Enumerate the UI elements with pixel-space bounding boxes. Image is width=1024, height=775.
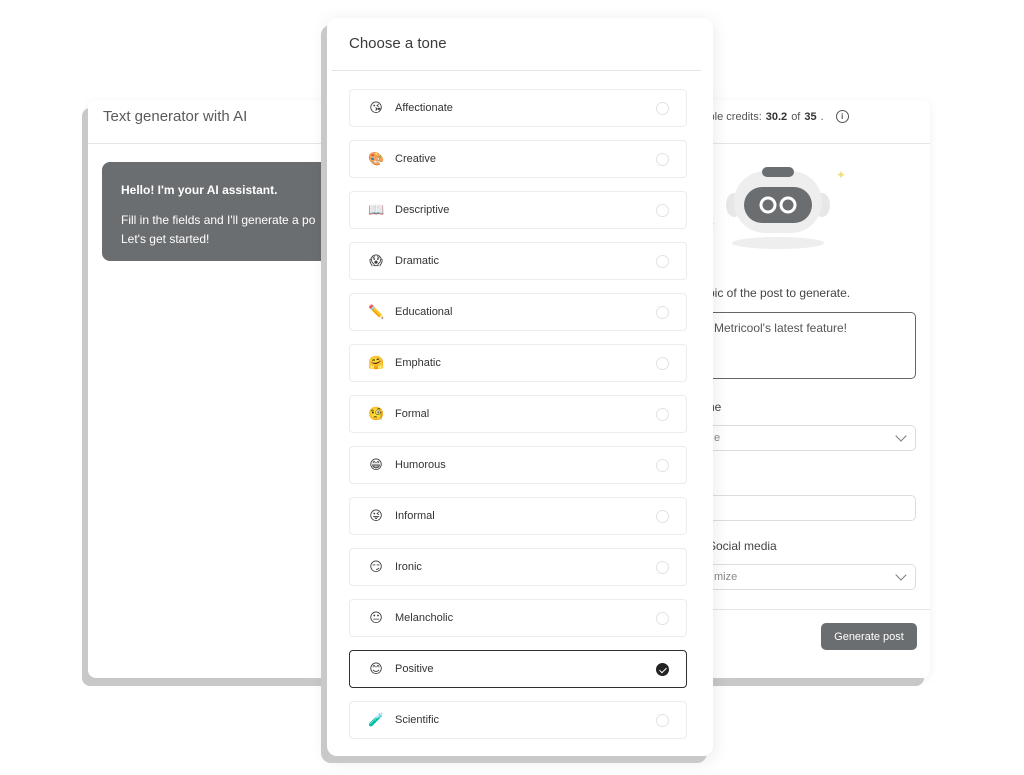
modal-title: Choose a tone — [349, 35, 447, 52]
chevron-down-icon — [895, 430, 907, 442]
credits-indicator: lable credits: 30.2 of 35. i — [700, 110, 849, 123]
radio-unchecked-icon[interactable] — [656, 561, 669, 574]
tone-select-value: e — [714, 432, 721, 444]
info-icon[interactable]: i — [835, 110, 849, 123]
modal-divider — [332, 70, 701, 71]
divider — [700, 609, 930, 610]
radio-checked-icon[interactable] — [656, 663, 669, 676]
tone-option-ironic[interactable]: 😏 Ironic — [349, 548, 687, 586]
tone-option-descriptive[interactable]: 📖 Descriptive — [349, 191, 687, 229]
text-input[interactable] — [688, 495, 916, 521]
radio-unchecked-icon[interactable] — [656, 255, 669, 268]
tone-option-educational[interactable]: ✏️ Educational — [349, 293, 687, 331]
tone-option-label: Emphatic — [395, 357, 441, 369]
robot-mascot-icon: ✦ ✦ — [708, 167, 846, 249]
radio-unchecked-icon[interactable] — [656, 204, 669, 217]
assistant-message: Hello! I'm your AI assistant. Fill in th… — [102, 162, 352, 261]
tone-option-label: Descriptive — [395, 204, 450, 216]
tone-option-label: Dramatic — [395, 255, 440, 267]
assistant-instruction: Fill in the fields and I'll generate a p… — [121, 213, 316, 227]
tone-option-label: Ironic — [395, 561, 422, 573]
positive-emoji-icon: 😊 — [369, 661, 383, 676]
scientific-emoji-icon: 🧪 — [368, 712, 385, 727]
ironic-emoji-icon: 😏 — [369, 559, 383, 574]
tone-option-affectionate[interactable]: 😘 Affectionate — [349, 89, 687, 127]
social-media-select-value: mize — [714, 571, 738, 583]
radio-unchecked-icon[interactable] — [656, 357, 669, 370]
radio-unchecked-icon[interactable] — [656, 510, 669, 523]
chevron-down-icon — [895, 569, 907, 581]
radio-unchecked-icon[interactable] — [656, 408, 669, 421]
credits-suffix: . — [820, 110, 824, 123]
assistant-cta: Let's get started! — [121, 232, 210, 246]
informal-emoji-icon: 😜 — [369, 508, 383, 523]
tone-select[interactable]: e — [688, 425, 916, 451]
tone-option-label: Scientific — [395, 714, 440, 726]
topic-text: Metricool's latest feature! — [714, 321, 848, 335]
melancholic-emoji-icon: 😐 — [369, 610, 383, 625]
topic-textarea[interactable]: Metricool's latest feature! — [688, 312, 916, 379]
generate-post-button[interactable]: Generate post — [821, 623, 917, 650]
radio-unchecked-icon[interactable] — [656, 153, 669, 166]
tone-option-label: Informal — [395, 510, 435, 522]
tone-option-label: Melancholic — [395, 612, 454, 624]
formal-emoji-icon: 🧐 — [368, 406, 385, 421]
emphatic-emoji-icon: 🤗 — [368, 355, 385, 370]
social-media-label: Social media — [708, 539, 777, 553]
credits-used: 30.2 — [765, 110, 788, 123]
tone-option-label: Educational — [395, 306, 453, 318]
credits-of: of — [791, 110, 801, 123]
topic-label: pic of the post to generate. — [708, 286, 851, 300]
window-title: Text generator with AI — [103, 108, 248, 125]
radio-unchecked-icon[interactable] — [656, 102, 669, 115]
creative-emoji-icon: 🎨 — [368, 151, 385, 166]
tone-option-positive[interactable]: 😊 Positive — [349, 650, 687, 688]
humorous-emoji-icon: 😁 — [369, 457, 383, 472]
affectionate-emoji-icon: 😘 — [369, 100, 383, 115]
svg-text:✦: ✦ — [836, 168, 846, 182]
tone-option-label: Formal — [395, 408, 430, 420]
radio-unchecked-icon[interactable] — [656, 459, 669, 472]
tone-modal: Choose a tone 😘 Affectionate 🎨 Creative 📖 Des… — [327, 18, 713, 756]
dramatic-emoji-icon: 😱 — [369, 253, 383, 268]
tone-option-label: Positive — [395, 663, 434, 675]
tone-option-humorous[interactable]: 😁 Humorous — [349, 446, 687, 484]
tone-option-creative[interactable]: 🎨 Creative — [349, 140, 687, 178]
credits-total: 35 — [804, 110, 817, 123]
radio-unchecked-icon[interactable] — [656, 714, 669, 727]
tone-option-label: Humorous — [395, 459, 446, 471]
tone-option-emphatic[interactable]: 🤗 Emphatic — [349, 344, 687, 382]
tone-option-dramatic[interactable]: 😱 Dramatic — [349, 242, 687, 280]
radio-unchecked-icon[interactable] — [656, 306, 669, 319]
tone-option-informal[interactable]: 😜 Informal — [349, 497, 687, 535]
radio-unchecked-icon[interactable] — [656, 612, 669, 625]
tone-option-label: Affectionate — [395, 102, 453, 114]
educational-emoji-icon: ✏️ — [368, 304, 385, 319]
assistant-greeting: Hello! I'm your AI assistant. — [121, 183, 278, 197]
tone-option-label: Creative — [395, 153, 436, 165]
tone-option-melancholic[interactable]: 😐 Melancholic — [349, 599, 687, 637]
tone-option-scientific[interactable]: 🧪 Scientific — [349, 701, 687, 739]
tone-option-formal[interactable]: 🧐 Formal — [349, 395, 687, 433]
tone-list: 😘 Affectionate 🎨 Creative 📖 Descriptive 😱 Drama… — [349, 89, 687, 752]
social-media-select[interactable]: mize — [688, 564, 916, 590]
descriptive-emoji-icon: 📖 — [368, 202, 385, 217]
